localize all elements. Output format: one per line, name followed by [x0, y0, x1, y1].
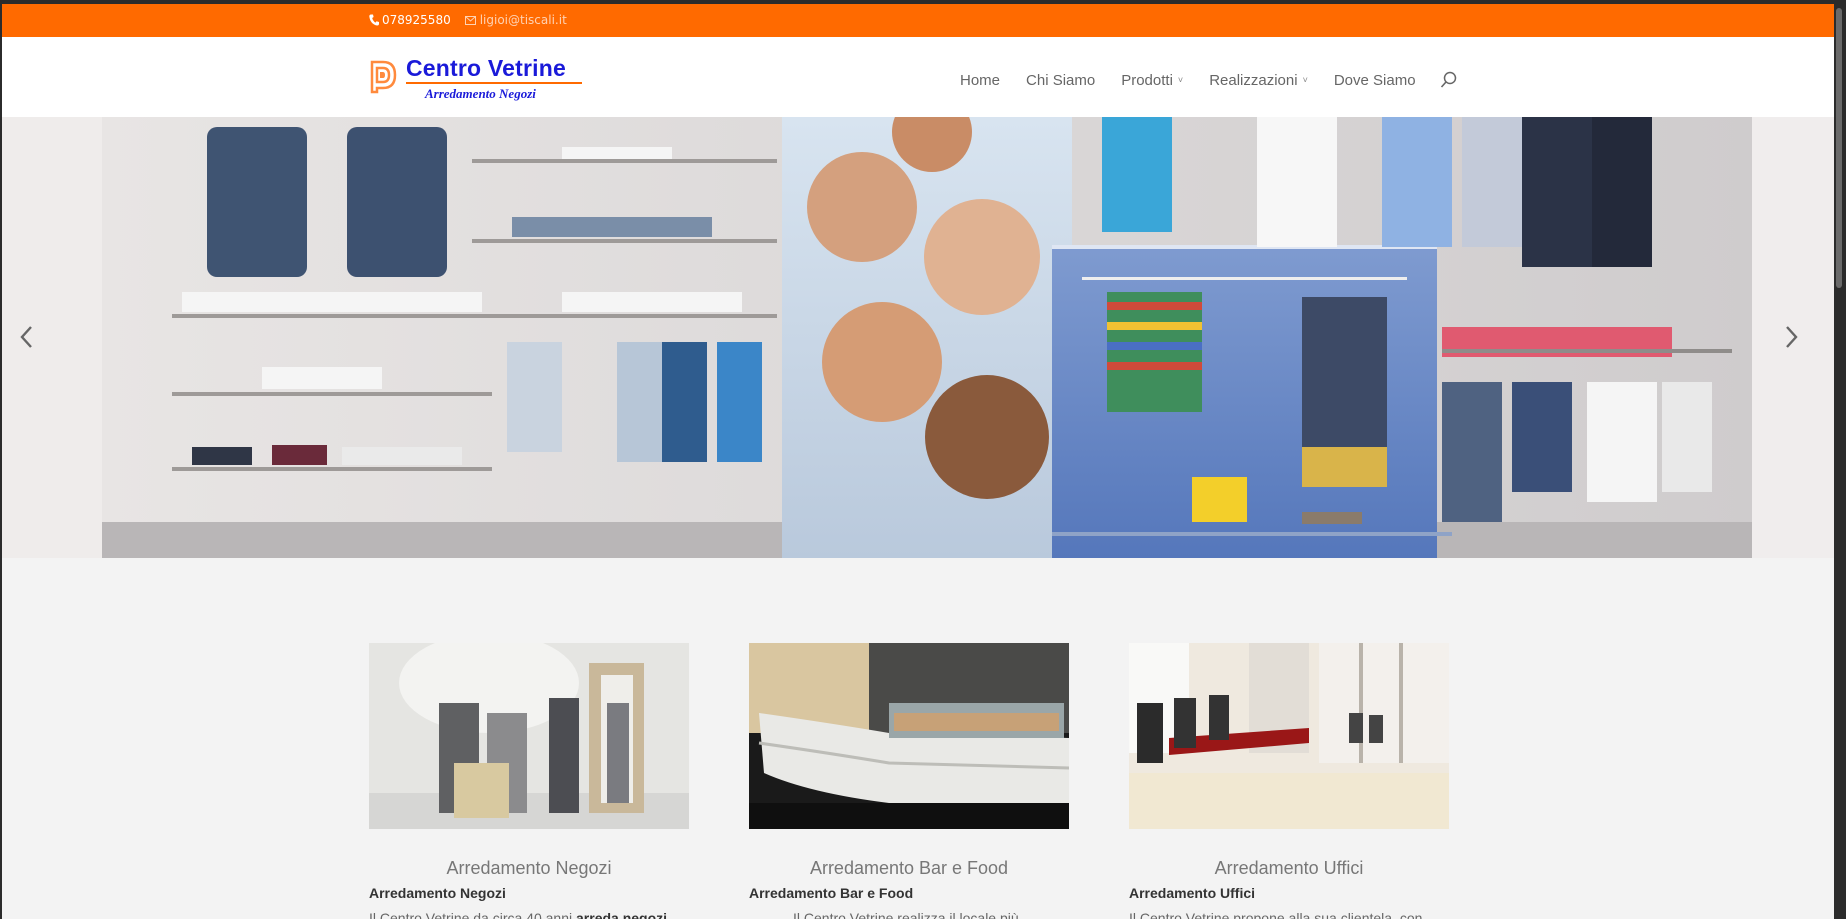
search-icon[interactable] — [1440, 71, 1458, 89]
feature-card-uffici: Arredamento Uffici Arredamento Uffici Il… — [1129, 643, 1449, 919]
chevron-left-icon[interactable] — [14, 317, 40, 357]
top-contact-bar: 078925580 ligioi@tiscali.it — [2, 4, 1836, 37]
logo-subtitle: Arredamento Negozi — [425, 86, 536, 101]
nav-item-prodotti[interactable]: Prodotti ˅ — [1121, 72, 1183, 89]
chevron-right-icon[interactable] — [1778, 317, 1804, 357]
nav-item-dove-siamo[interactable]: Dove Siamo — [1334, 72, 1416, 89]
feature-heading[interactable]: Arredamento Uffici — [1129, 858, 1449, 879]
email-link[interactable]: ligioi@tiscali.it — [480, 13, 567, 27]
main-nav: Home Chi Siamo Prodotti ˅ Realizzazioni ˅ … — [960, 71, 1458, 89]
contact-info: 078925580 ligioi@tiscali.it — [369, 13, 567, 27]
feature-image-bar-food[interactable] — [749, 643, 1069, 829]
page-scrollbar[interactable] — [1834, 0, 1844, 919]
feature-card-bar-food: Arredamento Bar e Food Arredamento Bar e… — [749, 643, 1069, 919]
envelope-icon — [464, 15, 476, 25]
site-header: Centro Vetrine Arredamento Negozi Home C… — [2, 37, 1836, 117]
feature-body: Il Centro Vetrine da circa 40 anni arred… — [369, 910, 668, 919]
logo-title: Centro Vetrine — [406, 55, 567, 81]
logo-mark-icon — [370, 60, 397, 94]
browser-viewport: 078925580 ligioi@tiscali.it Centro Vetri… — [0, 0, 1846, 919]
feature-subheading: Arredamento Uffici — [1129, 885, 1256, 901]
nav-item-chi-siamo[interactable]: Chi Siamo — [1026, 72, 1095, 89]
nav-item-home[interactable]: Home — [960, 72, 1000, 89]
feature-image-negozi[interactable] — [369, 643, 689, 829]
phone-icon — [369, 14, 379, 26]
logo-underline — [406, 82, 582, 84]
phone-number[interactable]: 078925580 — [382, 13, 451, 27]
chevron-down-icon: ˅ — [1177, 75, 1184, 85]
feature-image-uffici[interactable] — [1129, 643, 1449, 829]
feature-heading[interactable]: Arredamento Negozi — [369, 858, 689, 879]
site-logo[interactable]: Centro Vetrine Arredamento Negozi — [369, 51, 585, 101]
feature-body: Il Centro Vetrine realizza il locale più — [793, 910, 1019, 919]
feature-heading[interactable]: Arredamento Bar e Food — [749, 858, 1069, 879]
slide-image-kids-store — [2, 117, 1836, 558]
nav-item-realizzazioni[interactable]: Realizzazioni ˅ — [1209, 72, 1308, 89]
scrollbar-thumb[interactable] — [1836, 8, 1842, 288]
chevron-down-icon: ˅ — [1302, 75, 1308, 85]
feature-subheading: Arredamento Bar e Food — [749, 885, 914, 901]
hero-slider — [2, 117, 1836, 558]
feature-body: Il Centro Vetrine propone alla sua clien… — [1129, 910, 1423, 919]
feature-card-negozi: Arredamento Negozi Arredamento Negozi Il… — [369, 643, 689, 919]
feature-subheading: Arredamento Negozi — [369, 885, 506, 901]
